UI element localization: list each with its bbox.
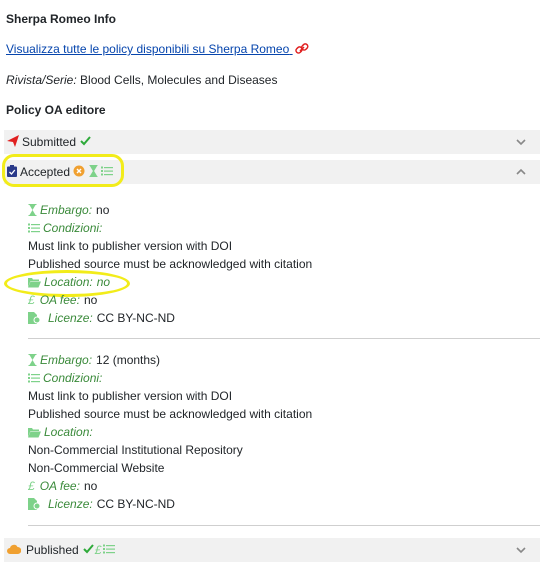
embargo-row: Embargo: 12 (months) [28, 353, 160, 367]
license-label: Licenze: [48, 497, 93, 511]
external-link-icon [294, 43, 309, 58]
cloud-icon [7, 543, 22, 557]
embargo-label: Embargo: [40, 203, 93, 217]
embargo-value: no [96, 203, 110, 217]
embargo-label: Embargo: [40, 353, 93, 367]
license-value: CC BY-NC-ND [96, 497, 175, 511]
check-icon [83, 543, 94, 557]
policy-divider [28, 525, 540, 526]
list-icon [28, 373, 40, 383]
sherpa-romeo-link[interactable]: Visualizza tutte le policy disponibili s… [6, 42, 309, 58]
oa-fee-value: no [83, 293, 98, 307]
conditions-label: Condizioni: [43, 371, 103, 385]
oa-fee-row: £ OA fee: no [28, 293, 97, 307]
policy-heading: Policy OA editore [6, 103, 106, 117]
policy-divider [28, 338, 540, 339]
condition-item: Published source must be acknowledged wi… [28, 257, 313, 271]
hourglass-icon [28, 204, 37, 216]
submitted-label: Submitted [22, 135, 77, 149]
list-icon [28, 223, 40, 233]
paper-plane-icon [7, 134, 19, 150]
rivista-label: Rivista/Serie: [6, 73, 77, 87]
rivista-line: Rivista/Serie: Blood Cells, Molecules an… [6, 73, 277, 87]
check-icon [80, 135, 91, 149]
oa-fee-label: OA fee: [39, 293, 80, 307]
license-label: Licenze: [48, 311, 93, 325]
sherpa-romeo-link-text[interactable]: Visualizza tutte le policy disponibili s… [6, 42, 289, 56]
location-row: Location: [28, 425, 93, 439]
file-license-icon [28, 498, 41, 510]
conditions-row: Condizioni: [28, 371, 102, 385]
chevron-down-icon[interactable] [514, 135, 528, 149]
oa-fee-row: £ OA fee: no [28, 479, 97, 493]
conditions-row: Condizioni: [28, 221, 102, 235]
pound-icon: £ [28, 293, 35, 307]
accepted-highlight [2, 154, 124, 187]
conditions-label: Condizioni: [43, 221, 103, 235]
submitted-accordion-header[interactable]: Submitted [4, 130, 540, 154]
embargo-row: Embargo: no [28, 203, 109, 217]
location-item: Non-Commercial Website [28, 461, 165, 475]
embargo-value: 12 (months) [96, 353, 161, 367]
chevron-up-icon[interactable] [514, 165, 528, 179]
rivista-value: Blood Cells, Molecules and Diseases [80, 73, 278, 87]
file-license-icon [28, 312, 41, 324]
license-row: Licenze: CC BY-NC-ND [28, 311, 175, 325]
license-row: Licenze: CC BY-NC-ND [28, 497, 175, 511]
pound-icon: £ [94, 543, 102, 557]
condition-item: Published source must be acknowledged wi… [28, 407, 313, 421]
location-label: Location: [44, 425, 93, 439]
location-item: Non-Commercial Institutional Repository [28, 443, 243, 457]
oa-fee-value: no [83, 479, 98, 493]
hourglass-icon [28, 354, 37, 366]
oa-fee-label: OA fee: [39, 479, 80, 493]
folder-open-icon [28, 427, 41, 437]
pound-icon: £ [28, 479, 35, 493]
condition-item: Must link to publisher version with DOI [28, 239, 233, 253]
condition-item: Must link to publisher version with DOI [28, 389, 233, 403]
license-value: CC BY-NC-ND [96, 311, 175, 325]
list-icon [103, 543, 116, 557]
published-label: Published [26, 543, 79, 557]
chevron-down-icon[interactable] [514, 543, 528, 557]
published-accordion-header[interactable]: Published £ [4, 538, 540, 562]
section-title: Sherpa Romeo Info [6, 12, 117, 26]
